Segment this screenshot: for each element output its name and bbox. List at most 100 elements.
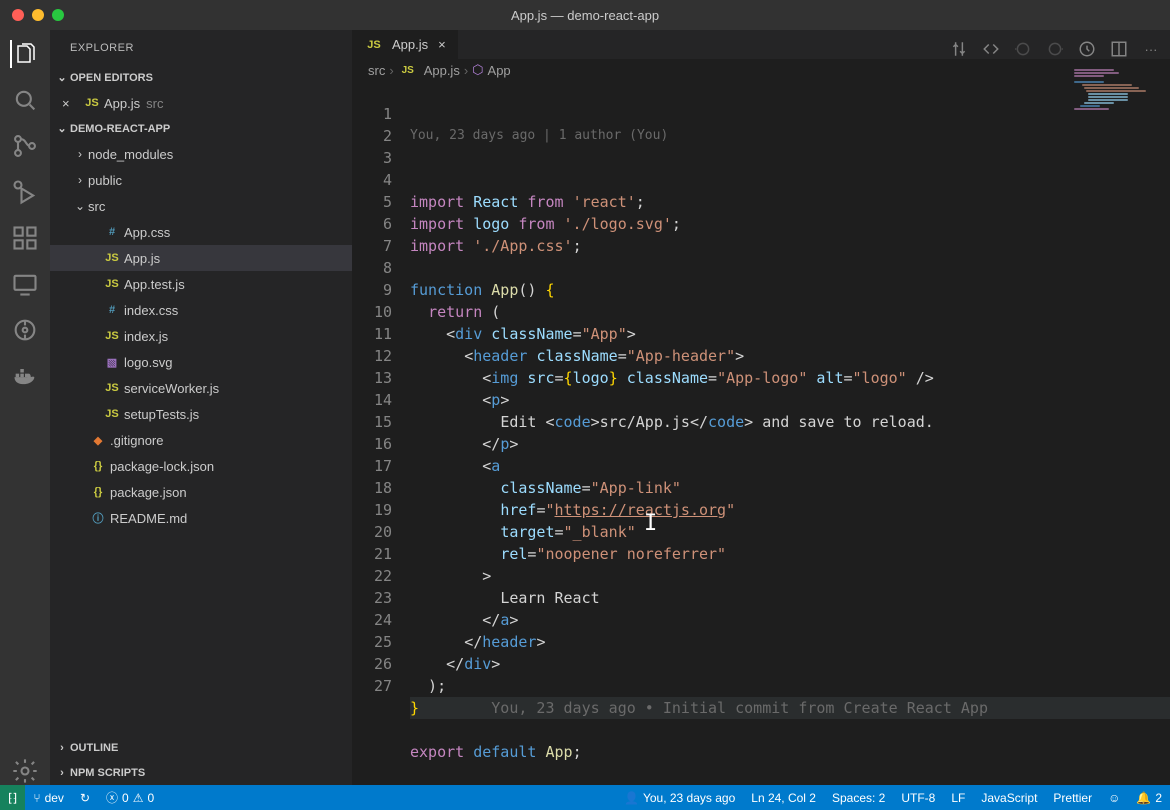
- traffic-minimize-icon[interactable]: [32, 9, 44, 21]
- gitlens-authors[interactable]: You, 23 days ago | 1 author (You): [410, 125, 1170, 147]
- gitlens-blame[interactable]: 👤You, 23 days ago: [616, 785, 743, 810]
- git-branch[interactable]: ⑂dev: [25, 785, 72, 810]
- sync-button[interactable]: ↻: [72, 785, 98, 810]
- code-line-5[interactable]: function App() {: [410, 279, 1170, 301]
- folder-src[interactable]: ⌄src: [50, 193, 352, 219]
- chevron-right-icon: ›: [72, 147, 88, 161]
- code-line-17[interactable]: rel="noopener noreferrer": [410, 543, 1170, 565]
- code-line-16[interactable]: target="_blank": [410, 521, 1170, 543]
- remote-icon: ⁅⁆: [8, 791, 17, 805]
- info-file-icon: ⓘ: [88, 510, 108, 526]
- code-line-26[interactable]: export default App;: [410, 741, 1170, 763]
- split-editor-icon[interactable]: [1110, 40, 1128, 58]
- code-line-2[interactable]: import logo from './logo.svg';: [410, 213, 1170, 235]
- explorer-icon[interactable]: [10, 40, 38, 68]
- file-.gitignore[interactable]: ◆.gitignore: [50, 427, 352, 453]
- encoding[interactable]: UTF-8: [893, 785, 943, 810]
- close-icon[interactable]: ×: [62, 96, 78, 111]
- breadcrumbs[interactable]: src › JS App.js › ⬡ App: [352, 59, 1170, 81]
- code-line-7[interactable]: <div className="App">: [410, 323, 1170, 345]
- sidebar: EXPLORER ⌄ OPEN EDITORS ×JSApp.jssrc ⌄ D…: [50, 30, 352, 785]
- minimap[interactable]: [1070, 68, 1170, 148]
- file-setupTests.js[interactable]: JSsetupTests.js: [50, 401, 352, 427]
- folder-node_modules[interactable]: ›node_modules: [50, 141, 352, 167]
- file-package-lock.json[interactable]: {}package-lock.json: [50, 453, 352, 479]
- gitlens-icon[interactable]: [11, 316, 39, 344]
- chevron-down-icon: ⌄: [72, 199, 88, 213]
- code-line-23[interactable]: );: [410, 675, 1170, 697]
- css-file-icon: #: [102, 304, 122, 316]
- indentation[interactable]: Spaces: 2: [824, 785, 893, 810]
- file-index.css[interactable]: #index.css: [50, 297, 352, 323]
- file-index.js[interactable]: JSindex.js: [50, 323, 352, 349]
- code-line-15[interactable]: href="https://reactjs.org": [410, 499, 1170, 521]
- file-README.md[interactable]: ⓘREADME.md: [50, 505, 352, 531]
- file-App.css[interactable]: #App.css: [50, 219, 352, 245]
- notifications[interactable]: 🔔2: [1128, 785, 1170, 810]
- activity-bar: [0, 30, 50, 785]
- debug-icon[interactable]: [11, 178, 39, 206]
- close-icon[interactable]: ×: [438, 37, 446, 52]
- code-line-27[interactable]: [410, 763, 1170, 785]
- revision-icon[interactable]: [1078, 40, 1096, 58]
- code-line-22[interactable]: </div>: [410, 653, 1170, 675]
- search-icon[interactable]: [11, 86, 39, 114]
- text-cursor-icon: 𝙸: [644, 513, 657, 535]
- source-control-icon[interactable]: [11, 132, 39, 160]
- section-open-editors[interactable]: ⌄ OPEN EDITORS: [50, 65, 352, 90]
- code-line-1[interactable]: import React from 'react';: [410, 191, 1170, 213]
- code-editor[interactable]: 1234567891011121314151617181920212223242…: [352, 81, 1170, 785]
- statusbar: ⁅⁆ ⑂dev ↻ ⓧ0 ⚠0 👤You, 23 days ago Ln 24,…: [0, 785, 1170, 810]
- remote-explorer-icon[interactable]: [11, 270, 39, 298]
- docker-icon[interactable]: [11, 362, 39, 390]
- code-line-21[interactable]: </header>: [410, 631, 1170, 653]
- code-line-10[interactable]: <p>: [410, 389, 1170, 411]
- window-title: App.js — demo-react-app: [511, 8, 659, 23]
- traffic-close-icon[interactable]: [12, 9, 24, 21]
- file-serviceWorker.js[interactable]: JSserviceWorker.js: [50, 375, 352, 401]
- code-line-8[interactable]: <header className="App-header">: [410, 345, 1170, 367]
- section-project[interactable]: ⌄ DEMO-REACT-APP: [50, 116, 352, 141]
- feedback-icon[interactable]: ☺: [1100, 785, 1128, 810]
- error-icon: ⓧ: [106, 789, 118, 806]
- code-line-4[interactable]: [410, 257, 1170, 279]
- bell-icon: 🔔: [1136, 791, 1151, 805]
- code-line-25[interactable]: [410, 719, 1170, 741]
- code-line-19[interactable]: Learn React: [410, 587, 1170, 609]
- remote-indicator[interactable]: ⁅⁆: [0, 785, 25, 810]
- go-back-icon[interactable]: [982, 40, 1000, 58]
- folder-public[interactable]: ›public: [50, 167, 352, 193]
- extensions-icon[interactable]: [11, 224, 39, 252]
- chevron-down-icon: ⌄: [54, 122, 70, 135]
- prettier-status[interactable]: Prettier: [1045, 785, 1100, 810]
- section-npm-scripts[interactable]: › NPM SCRIPTS: [50, 760, 352, 785]
- cursor-position[interactable]: Ln 24, Col 2: [743, 785, 824, 810]
- code-line-14[interactable]: className="App-link": [410, 477, 1170, 499]
- more-actions-icon[interactable]: ···: [1142, 40, 1160, 58]
- problems[interactable]: ⓧ0 ⚠0: [98, 785, 162, 810]
- file-logo.svg[interactable]: ▧logo.svg: [50, 349, 352, 375]
- file-package.json[interactable]: {}package.json: [50, 479, 352, 505]
- eol[interactable]: LF: [943, 785, 973, 810]
- js-file-icon: JS: [82, 97, 102, 109]
- code-line-12[interactable]: </p>: [410, 433, 1170, 455]
- traffic-zoom-icon[interactable]: [52, 9, 64, 21]
- code-line-20[interactable]: </a>: [410, 609, 1170, 631]
- file-App.test.js[interactable]: JSApp.test.js: [50, 271, 352, 297]
- code-line-9[interactable]: <img src={logo} className="App-logo" alt…: [410, 367, 1170, 389]
- code-line-6[interactable]: return (: [410, 301, 1170, 323]
- compare-changes-icon[interactable]: [950, 40, 968, 58]
- prev-change-icon[interactable]: [1014, 40, 1032, 58]
- code-line-11[interactable]: Edit <code>src/App.js</code> and save to…: [410, 411, 1170, 433]
- language-mode[interactable]: JavaScript: [973, 785, 1045, 810]
- file-App.js[interactable]: JSApp.js: [50, 245, 352, 271]
- code-line-18[interactable]: >: [410, 565, 1170, 587]
- code-line-13[interactable]: <a: [410, 455, 1170, 477]
- code-line-3[interactable]: import './App.css';: [410, 235, 1170, 257]
- code-line-24[interactable]: } You, 23 days ago • Initial commit from…: [410, 697, 1170, 719]
- section-outline[interactable]: › OUTLINE: [50, 735, 352, 760]
- next-change-icon[interactable]: [1046, 40, 1064, 58]
- tab-app-js[interactable]: JS App.js ×: [352, 30, 459, 59]
- open-editor-item[interactable]: ×JSApp.jssrc: [50, 90, 352, 116]
- settings-gear-icon[interactable]: [11, 757, 39, 785]
